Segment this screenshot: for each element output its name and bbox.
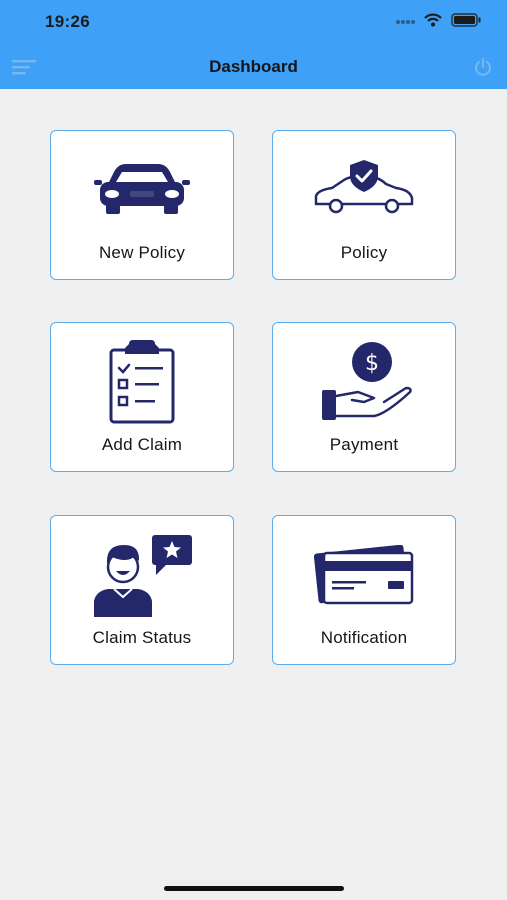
card-label: Claim Status xyxy=(92,628,192,647)
page-title: Dashboard xyxy=(209,57,298,76)
add-claim-card[interactable]: Add Claim xyxy=(50,322,234,472)
clipboard-checklist-icon xyxy=(109,340,175,424)
battery-icon xyxy=(451,13,481,27)
status-icons xyxy=(395,13,481,27)
claim-status-card[interactable]: Claim Status xyxy=(50,515,234,665)
car-front-icon xyxy=(94,164,190,214)
wifi-icon xyxy=(424,13,442,27)
hand-dollar-icon: $ xyxy=(322,342,412,420)
home-indicator[interactable] xyxy=(164,886,344,891)
car-shield-icon xyxy=(314,160,414,214)
payment-card[interactable]: $ Payment xyxy=(272,322,456,472)
card-label: New Policy xyxy=(98,243,186,262)
card-label: Policy xyxy=(340,243,388,262)
signal-icon xyxy=(396,20,415,24)
card-label: Add Claim xyxy=(101,435,183,454)
new-policy-card[interactable]: New Policy xyxy=(50,130,234,280)
app-header: 19:26 Dashboard xyxy=(0,0,507,89)
svg-text:$: $ xyxy=(365,351,379,376)
card-label: Payment xyxy=(329,435,399,454)
power-icon[interactable] xyxy=(473,57,493,77)
policy-card[interactable]: Policy xyxy=(272,130,456,280)
person-star-bubble-icon xyxy=(94,535,192,617)
status-time: 19:26 xyxy=(45,12,90,31)
card-label: Notification xyxy=(320,628,408,647)
credit-card-icon xyxy=(314,545,414,605)
notification-card[interactable]: Notification xyxy=(272,515,456,665)
